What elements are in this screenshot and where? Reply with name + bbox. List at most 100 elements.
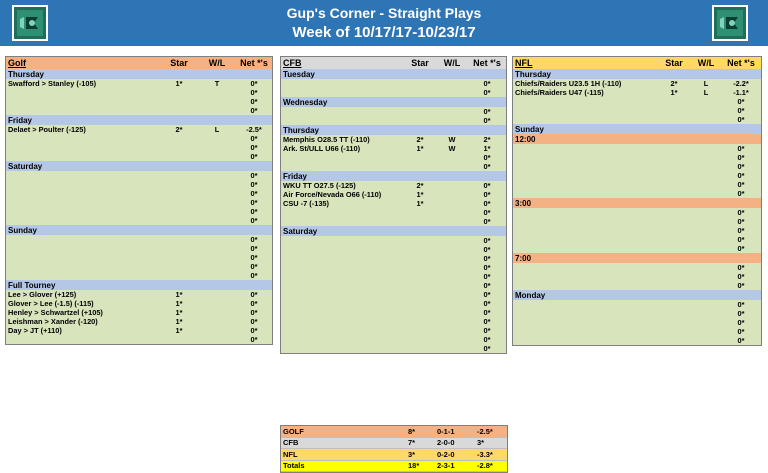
table-row: 0* bbox=[281, 317, 506, 326]
panel-header: NFL Star W/L Net *'s bbox=[513, 57, 761, 69]
column-star: Star bbox=[665, 58, 683, 68]
table-row: Lee > Glover (+125) 1* 0* bbox=[6, 290, 272, 299]
table-row: Ark. St/ULL U66 (-110) 1* W 1* bbox=[281, 144, 506, 153]
pick-net: 0* bbox=[737, 97, 745, 106]
panel-label: Golf bbox=[8, 58, 26, 68]
pick-net: 0* bbox=[483, 326, 491, 335]
table-row: 0* bbox=[281, 254, 506, 263]
totals-record: 0-2-0 bbox=[437, 449, 455, 459]
totals-row: NFL 3* 0-2-0 -3.3* bbox=[281, 449, 507, 461]
pick-net: 0* bbox=[737, 336, 745, 345]
pick-net: 1* bbox=[483, 144, 491, 153]
pick-net: 0* bbox=[483, 116, 491, 125]
pick-net: 0* bbox=[737, 217, 745, 226]
table-row: 0* bbox=[6, 216, 272, 225]
column-star: Star bbox=[170, 58, 188, 68]
pick-stars: 1* bbox=[416, 190, 424, 199]
column-star: Star bbox=[411, 58, 429, 68]
pick-net: -2.5* bbox=[246, 125, 262, 134]
pick-net: 0* bbox=[250, 216, 258, 225]
pick-net: 0* bbox=[250, 189, 258, 198]
day-header: Friday bbox=[6, 115, 272, 125]
table-row: 0* bbox=[281, 116, 506, 125]
pick-net: 0* bbox=[737, 106, 745, 115]
pick-net: 0* bbox=[483, 308, 491, 317]
table-row: 0* bbox=[6, 189, 272, 198]
pick-name: Chiefs/Raiders U47 (-115) bbox=[515, 88, 604, 97]
table-row: 0* bbox=[281, 272, 506, 281]
pick-net: 0* bbox=[483, 344, 491, 353]
totals-table: GOLF 8* 0-1-1 -2.5* CFB 7* 2-0-0 3* NFL 3* 0-2-0 -3… bbox=[280, 425, 508, 473]
pick-stars: 1* bbox=[175, 299, 183, 308]
table-row: Chiefs/Raiders U23.5 1H (-110) 2* L -2.2* bbox=[513, 79, 761, 88]
pick-net: 0* bbox=[737, 208, 745, 217]
table-row: 0* bbox=[6, 171, 272, 180]
table-row: Glover > Lee (-1.5) (-115) 1* 0* bbox=[6, 299, 272, 308]
column-net: Net *'s bbox=[240, 58, 268, 68]
totals-stars: 8* bbox=[408, 426, 416, 436]
day-header: Saturday bbox=[6, 161, 272, 171]
pick-name: Air Force/Nevada O66 (-110) bbox=[283, 190, 382, 199]
totals-net: -2.8* bbox=[477, 461, 493, 471]
table-row: Day > JT (+110) 1* 0* bbox=[6, 326, 272, 335]
pick-net: 0* bbox=[250, 180, 258, 189]
totals-stars: 18* bbox=[408, 461, 420, 471]
table-row: 0* bbox=[513, 318, 761, 327]
day-header: Monday bbox=[513, 290, 761, 300]
pick-net: 0* bbox=[737, 327, 745, 336]
pick-stars: 2* bbox=[670, 79, 678, 88]
totals-record: 0-1-1 bbox=[437, 426, 455, 436]
table-row: 0* bbox=[281, 326, 506, 335]
table-row: 0* bbox=[6, 235, 272, 244]
pick-stars: 1* bbox=[175, 326, 183, 335]
time-slot: 3:00 bbox=[513, 198, 761, 208]
pick-net: 0* bbox=[483, 317, 491, 326]
table-row: 0* bbox=[6, 134, 272, 143]
table-row: 0* bbox=[6, 152, 272, 161]
pick-net: 0* bbox=[250, 97, 258, 106]
table-row: 0* bbox=[281, 290, 506, 299]
table-row: 0* bbox=[281, 217, 506, 226]
table-row: 0* bbox=[281, 88, 506, 97]
table-row: 0* bbox=[6, 253, 272, 262]
day-header: Sunday bbox=[513, 124, 761, 134]
panel-header: Golf Star W/L Net *'s bbox=[6, 57, 272, 69]
table-row: Air Force/Nevada O66 (-110) 1* 0* bbox=[281, 190, 506, 199]
table-row: 0* bbox=[281, 79, 506, 88]
totals-label: Totals bbox=[283, 461, 305, 471]
table-row: 0* bbox=[6, 180, 272, 189]
pick-net: 0* bbox=[737, 144, 745, 153]
table-row: 0* bbox=[513, 244, 761, 253]
table-row: 0* bbox=[6, 207, 272, 216]
pick-name: Swafford > Stanley (-105) bbox=[8, 79, 97, 88]
pick-net: 0* bbox=[737, 162, 745, 171]
pick-stars: 1* bbox=[175, 290, 183, 299]
table-row: 0* bbox=[6, 244, 272, 253]
table-row: 0* bbox=[6, 262, 272, 271]
totals-stars: 3* bbox=[408, 449, 416, 459]
table-row: 0* bbox=[513, 97, 761, 106]
table-row: 0* bbox=[513, 226, 761, 235]
pick-result: L bbox=[703, 88, 709, 97]
pick-net: 2* bbox=[483, 135, 491, 144]
pick-net: 0* bbox=[483, 199, 491, 208]
table-row: 0* bbox=[513, 115, 761, 124]
pick-result: L bbox=[214, 125, 220, 134]
pick-net: 0* bbox=[483, 181, 491, 190]
totals-record: 2-0-0 bbox=[437, 438, 455, 448]
table-row: 0* bbox=[513, 336, 761, 345]
day-header: Sunday bbox=[6, 225, 272, 235]
pick-net: 0* bbox=[737, 272, 745, 281]
time-slot: 7:00 bbox=[513, 253, 761, 263]
table-row: 0* bbox=[513, 235, 761, 244]
pick-net: 0* bbox=[483, 107, 491, 116]
pick-net: 0* bbox=[250, 235, 258, 244]
pick-net: 0* bbox=[250, 308, 258, 317]
totals-label: CFB bbox=[283, 438, 299, 448]
pick-stars: 1* bbox=[416, 199, 424, 208]
pick-net: 0* bbox=[250, 290, 258, 299]
totals-label: GOLF bbox=[283, 426, 304, 436]
pick-net: 0* bbox=[250, 299, 258, 308]
pick-net: 0* bbox=[737, 300, 745, 309]
pick-net: 0* bbox=[250, 79, 258, 88]
